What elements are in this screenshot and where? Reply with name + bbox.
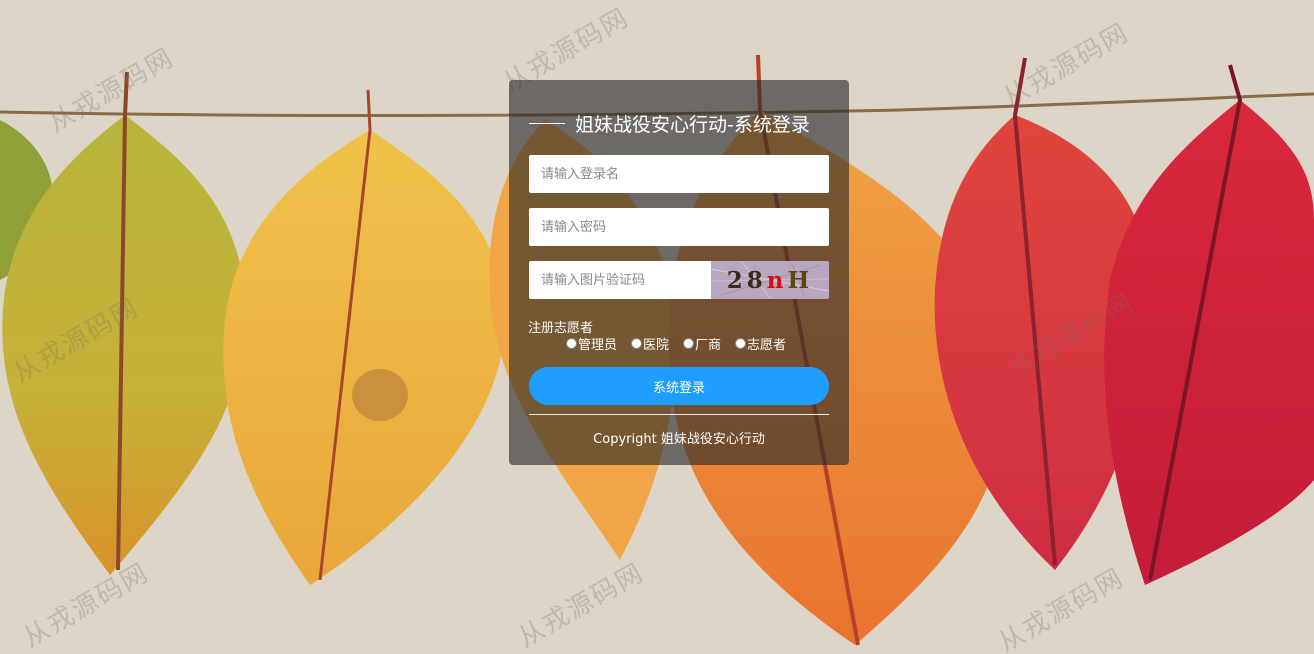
captcha-char: 8	[746, 266, 767, 294]
login-panel: 姐妹战役安心行动-系统登录 2 8 n H 注册志愿者 管理员 医院 厂商	[509, 80, 849, 465]
role-option-admin[interactable]: 管理员	[566, 334, 617, 353]
radio-circle-icon[interactable]	[735, 338, 747, 349]
login-title: 姐妹战役安心行动-系统登录	[529, 110, 829, 137]
captcha-image[interactable]: 2 8 n H	[711, 261, 829, 299]
password-input[interactable]	[529, 208, 829, 246]
radio-circle-icon[interactable]	[683, 338, 695, 349]
role-label: 医院	[643, 338, 670, 353]
role-option-hospital[interactable]: 医院	[631, 334, 669, 353]
captcha-char: H	[787, 266, 814, 294]
role-label: 管理员	[578, 338, 618, 353]
role-option-manufacturer[interactable]: 厂商	[683, 334, 721, 353]
title-rule	[529, 123, 565, 124]
login-button[interactable]: 系统登录	[529, 367, 829, 405]
leaf	[1104, 100, 1314, 585]
leaf	[223, 130, 506, 585]
role-option-volunteer[interactable]: 志愿者	[735, 334, 786, 353]
captcha-char: n	[766, 266, 788, 294]
role-label: 厂商	[695, 338, 722, 353]
captcha-input[interactable]	[529, 261, 711, 299]
captcha-char: 2	[726, 266, 747, 294]
username-input[interactable]	[529, 155, 829, 193]
role-label: 志愿者	[747, 338, 787, 353]
radio-circle-icon[interactable]	[631, 338, 643, 349]
login-title-text: 姐妹战役安心行动-系统登录	[575, 114, 810, 136]
role-radio-group: 管理员 医院 厂商 志愿者	[566, 334, 800, 353]
radio-circle-icon[interactable]	[566, 338, 577, 349]
copyright-text: Copyright 姐妹战役安心行动	[593, 432, 765, 447]
divider	[529, 414, 829, 415]
